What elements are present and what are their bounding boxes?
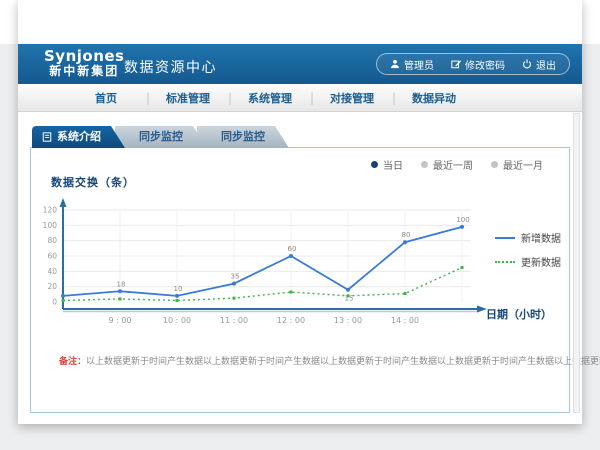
- tab-bar: 系统介绍 同步监控 同步监控: [32, 126, 289, 148]
- svg-text:18: 18: [117, 280, 126, 288]
- logo-text-cn: 新中新集团: [44, 65, 125, 78]
- company-logo: Synjones 新中新集团: [44, 48, 125, 78]
- nav-item-system-mgmt[interactable]: 系统管理: [230, 90, 310, 106]
- legend-label: 更新数据: [521, 254, 561, 269]
- tab-sync-monitor-2[interactable]: 同步监控: [197, 126, 289, 148]
- logout-label: 退出: [536, 57, 556, 72]
- page-title: 数据资源中心: [124, 57, 217, 77]
- note-text: 以上数据更新于时间产生数据以上数据更新于时间产生数据以上数据更新于时间产生数据以…: [86, 357, 600, 367]
- nav-item-interface-mgmt[interactable]: 对接管理: [312, 90, 392, 106]
- change-password-button[interactable]: 修改密码: [451, 57, 505, 72]
- main-nav: 首页 | 标准管理 | 系统管理 | 对接管理 | 数据异动: [18, 84, 582, 112]
- time-range-filters: 当日 最近一周 最近一月: [371, 157, 543, 172]
- svg-text:120: 120: [43, 206, 58, 215]
- nav-item-data-change[interactable]: 数据异动: [394, 90, 474, 106]
- vertical-scrollbar[interactable]: [573, 113, 580, 413]
- y-axis-title: 数据交换（条）: [51, 174, 135, 190]
- legend-label: 新增数据: [521, 230, 561, 245]
- current-user-button[interactable]: 管理员: [390, 57, 434, 72]
- power-icon: [522, 59, 532, 69]
- svg-text:13 : 00: 13 : 00: [334, 316, 362, 325]
- logout-button[interactable]: 退出: [522, 57, 556, 72]
- user-label: 管理员: [404, 57, 434, 72]
- radio-label: 当日: [383, 157, 403, 172]
- svg-text:20: 20: [47, 282, 57, 291]
- svg-text:35: 35: [231, 273, 240, 281]
- svg-text:10: 10: [174, 285, 183, 293]
- app-window: Synjones 新中新集团 数据资源中心 管理员 修改密码: [18, 0, 582, 424]
- solid-line-swatch: [495, 237, 515, 239]
- svg-text:14 : 00: 14 : 00: [391, 316, 419, 325]
- nav-item-standard-mgmt[interactable]: 标准管理: [148, 90, 228, 106]
- tab-label: 系统介绍: [57, 126, 101, 148]
- footer-note: 备注：以上数据更新于时间产生数据以上数据更新于时间产生数据以上数据更新于时间产生…: [59, 354, 600, 367]
- radio-unselected-icon: [421, 161, 428, 168]
- legend-item-updated-data[interactable]: 更新数据: [495, 254, 561, 269]
- tab-label: 同步监控: [221, 130, 265, 143]
- edit-icon: [451, 59, 461, 69]
- user-icon: [390, 59, 400, 69]
- note-label: 备注：: [59, 357, 86, 367]
- radio-last-month[interactable]: 最近一月: [491, 157, 543, 172]
- x-axis-title: 日期（小时）: [486, 306, 552, 322]
- svg-text:0: 0: [52, 298, 57, 307]
- svg-text:60: 60: [288, 245, 297, 253]
- nav-item-home[interactable]: 首页: [66, 90, 146, 106]
- tab-sync-monitor-1[interactable]: 同步监控: [115, 126, 207, 148]
- radio-last-week[interactable]: 最近一周: [421, 157, 473, 172]
- radio-today[interactable]: 当日: [371, 157, 403, 172]
- radio-selected-icon: [371, 161, 378, 168]
- line-chart: 0 20 40 60 80 100 120 9 : 00 10 : 00 11 : 00 12 : …: [31, 190, 501, 338]
- tab-system-intro[interactable]: 系统介绍: [32, 126, 125, 148]
- radio-unselected-icon: [491, 161, 498, 168]
- legend-item-new-data[interactable]: 新增数据: [495, 230, 561, 245]
- svg-text:9 : 00: 9 : 00: [108, 316, 131, 325]
- logo-text-en: Synjones: [44, 48, 125, 65]
- tab-label: 同步监控: [139, 130, 183, 143]
- svg-text:80: 80: [47, 236, 57, 245]
- document-icon: [42, 132, 52, 142]
- svg-text:11 : 00: 11 : 00: [220, 316, 248, 325]
- radio-label: 最近一周: [433, 157, 473, 172]
- app-header: Synjones 新中新集团 数据资源中心 管理员 修改密码: [18, 44, 582, 84]
- svg-text:60: 60: [47, 252, 57, 261]
- svg-text:40: 40: [47, 267, 57, 276]
- svg-text:100: 100: [456, 216, 469, 224]
- svg-text:80: 80: [402, 231, 411, 239]
- change-password-label: 修改密码: [465, 57, 505, 72]
- content-panel: 当日 最近一周 最近一月 数据交换（条） 0 20 40 60 80 100 120 9 : …: [30, 147, 570, 413]
- chart-legend: 新增数据 更新数据: [495, 230, 561, 278]
- dotted-line-swatch: [495, 261, 515, 263]
- radio-label: 最近一月: [503, 157, 543, 172]
- svg-text:100: 100: [43, 221, 58, 230]
- svg-text:12 : 00: 12 : 00: [277, 316, 305, 325]
- user-menu: 管理员 修改密码 退出: [376, 53, 570, 75]
- svg-text:10 : 00: 10 : 00: [163, 316, 191, 325]
